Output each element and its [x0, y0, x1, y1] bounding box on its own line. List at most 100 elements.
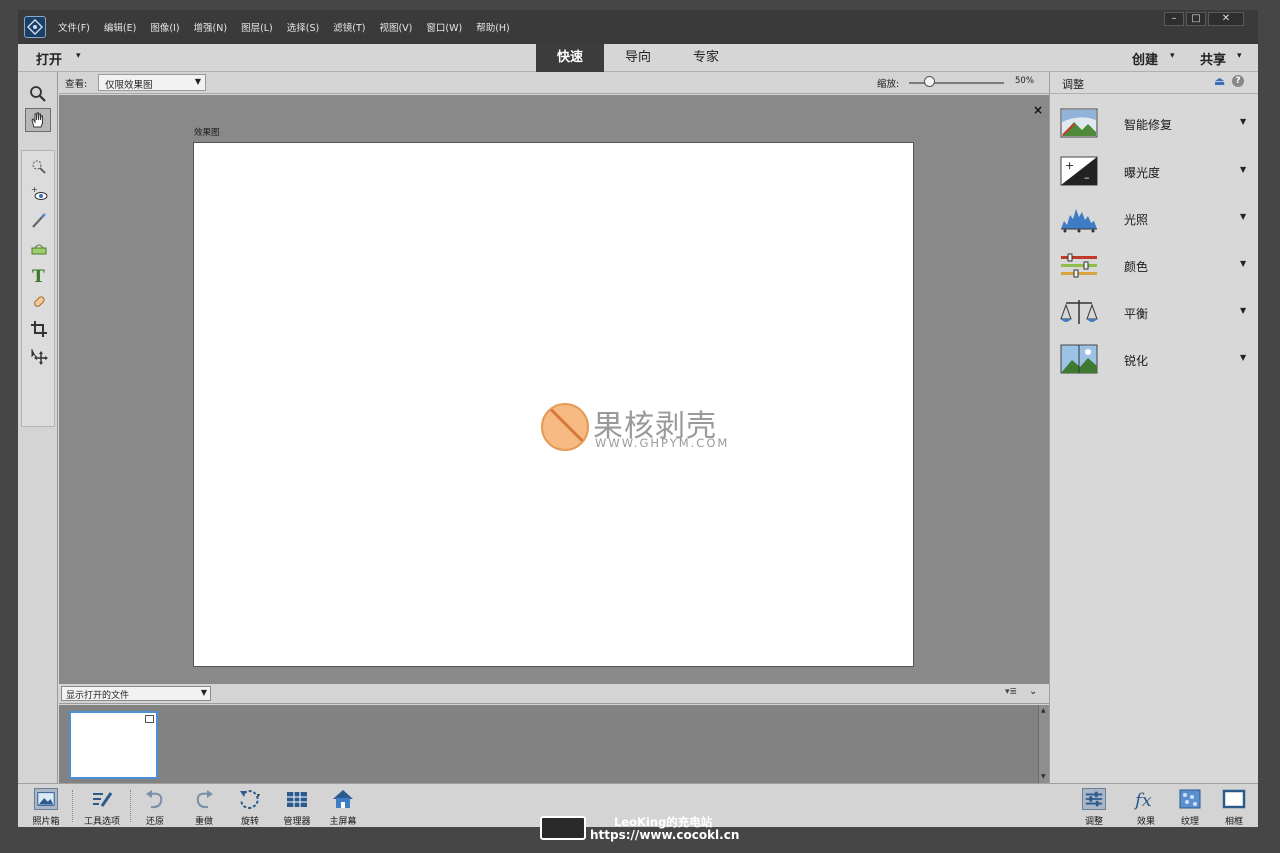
home-screen-icon: [333, 790, 353, 808]
move-tool-icon[interactable]: [26, 344, 52, 368]
adjustments-button[interactable]: 调整: [1070, 786, 1118, 827]
chevron-down-icon: ▼: [200, 688, 207, 697]
open-dropdown-icon[interactable]: ▾: [76, 51, 81, 61]
help-icon[interactable]: ?: [1232, 75, 1244, 87]
thumbnail-badge-icon: [145, 715, 154, 723]
open-button[interactable]: 打开: [36, 49, 62, 68]
tab-expert[interactable]: 专家: [672, 44, 740, 72]
adjust-label: 光照: [1124, 213, 1149, 227]
frames-button[interactable]: 相框: [1210, 786, 1258, 827]
scroll-up-icon[interactable]: ▲: [1041, 707, 1046, 714]
bin-source-value: 显示打开的文件: [66, 691, 130, 701]
document-canvas[interactable]: 果核剥壳 WWW.GHPYM.COM: [193, 142, 914, 667]
adjust-item-sharpen[interactable]: 锐化 ▼: [1050, 340, 1258, 380]
button-label: 纹理: [1180, 817, 1199, 827]
bin-scrollbar[interactable]: ▲ ▼: [1038, 705, 1049, 783]
reset-icon[interactable]: ⏏: [1214, 74, 1225, 88]
svg-text:T: T: [32, 267, 45, 284]
crop-tool-icon[interactable]: [26, 317, 52, 341]
effects-button[interactable]: fx 效果: [1122, 786, 1170, 827]
menu-image[interactable]: 图像(I): [150, 20, 179, 34]
view-select[interactable]: 仅限效果图 ▼: [98, 74, 206, 91]
button-label: 重做: [194, 817, 213, 827]
menu-filter[interactable]: 滤镜(T): [333, 20, 365, 34]
menu-help[interactable]: 帮助(H): [476, 20, 510, 34]
hand-tool-icon[interactable]: [25, 108, 51, 132]
svg-text:+: +: [31, 185, 38, 194]
undo-button[interactable]: 还原: [131, 786, 179, 827]
close-document-icon[interactable]: ×: [1033, 103, 1043, 117]
effects-icon: fx: [1134, 790, 1152, 810]
watermark: 果核剥壳 WWW.GHPYM.COM: [541, 403, 741, 453]
adjust-item-lighting[interactable]: 光照 ▼: [1050, 199, 1258, 239]
home-screen-button[interactable]: 主屏幕: [319, 786, 367, 827]
menu-select[interactable]: 选择(S): [287, 20, 319, 34]
svg-text:+: +: [1065, 159, 1074, 172]
button-label: 工具选项: [83, 817, 120, 827]
panel-title: 调整: [1062, 78, 1084, 91]
tab-guided[interactable]: 导向: [604, 44, 672, 72]
mode-bar: 打开 ▾ 快速 导向 专家 创建 ▾ 共享 ▾: [18, 44, 1258, 72]
chevron-down-icon: ▼: [1240, 212, 1247, 221]
zoom-label: 缩放:: [877, 79, 900, 90]
svg-text:▾: ▾: [257, 792, 260, 799]
maximize-button[interactable]: □: [1186, 12, 1206, 26]
divider: [72, 790, 73, 822]
adjust-label: 锐化: [1124, 354, 1149, 368]
bin-source-select[interactable]: 显示打开的文件 ▼: [61, 686, 211, 701]
text-tool-icon[interactable]: T: [26, 263, 52, 287]
photo-bin-button[interactable]: 照片箱: [22, 786, 70, 827]
adjust-item-balance[interactable]: 平衡 ▼: [1050, 293, 1258, 333]
menu-window[interactable]: 窗口(W): [426, 20, 462, 34]
frames-icon: [1222, 789, 1246, 809]
zoom-tool-icon[interactable]: [25, 82, 51, 106]
photo-bin-icon: [34, 788, 58, 810]
bin-menu-icon[interactable]: ▾≣: [1005, 687, 1017, 697]
create-button[interactable]: 创建: [1132, 49, 1158, 68]
menu-view[interactable]: 视图(V): [379, 20, 412, 34]
share-dropdown-icon[interactable]: ▾: [1237, 51, 1242, 61]
red-eye-tool-icon[interactable]: +: [26, 182, 52, 206]
redo-button[interactable]: 重做: [180, 786, 228, 827]
zoom-value: 50%: [1015, 76, 1034, 86]
overlay-line2: https://www.cocokl.cn: [590, 828, 740, 842]
app-window: 文件(F) 编辑(E) 图像(I) 增强(N) 图层(L) 选择(S) 滤镜(T…: [18, 10, 1258, 827]
organizer-icon: [287, 792, 307, 807]
rotate-button[interactable]: ▾ 旋转: [226, 786, 274, 827]
close-window-button[interactable]: ✕: [1208, 12, 1244, 26]
adjust-item-exposure[interactable]: + – 曝光度 ▼: [1050, 152, 1258, 192]
view-label: 查看:: [65, 79, 88, 90]
menu-bar: 文件(F) 编辑(E) 图像(I) 增强(N) 图层(L) 选择(S) 滤镜(T…: [18, 10, 1258, 44]
menu-edit[interactable]: 编辑(E): [104, 20, 136, 34]
whiten-teeth-tool-icon[interactable]: [26, 209, 52, 233]
minimize-button[interactable]: –: [1164, 12, 1184, 26]
spot-healing-tool-icon[interactable]: [26, 290, 52, 314]
zoom-slider-handle[interactable]: [924, 76, 935, 87]
tool-options-button[interactable]: 工具选项: [78, 786, 126, 827]
watermark-logo-icon: [541, 403, 589, 451]
share-button[interactable]: 共享: [1200, 49, 1226, 68]
quick-selection-tool-icon[interactable]: [26, 155, 52, 179]
create-dropdown-icon[interactable]: ▾: [1170, 51, 1175, 61]
adjust-label: 智能修复: [1124, 118, 1173, 132]
menu-enhance[interactable]: 增强(N): [194, 20, 228, 34]
tab-quick[interactable]: 快速: [536, 44, 604, 72]
bin-collapse-icon[interactable]: ⌄: [1029, 686, 1037, 697]
chevron-down-icon: ▼: [1240, 259, 1247, 268]
menu-file[interactable]: 文件(F): [58, 20, 90, 34]
photo-bin: ▲ ▼: [59, 705, 1049, 783]
scroll-down-icon[interactable]: ▼: [1041, 773, 1046, 780]
balance-icon: [1060, 300, 1098, 324]
tool-group: + T: [21, 150, 55, 427]
chevron-down-icon: ▼: [1240, 306, 1247, 315]
menu-layer[interactable]: 图层(L): [241, 20, 273, 34]
photo-thumbnail[interactable]: [69, 711, 158, 779]
svg-text:fx: fx: [1134, 790, 1152, 810]
adjustments-icon: [1082, 788, 1106, 810]
textures-button[interactable]: 纹理: [1166, 786, 1214, 827]
textures-icon: [1179, 789, 1201, 809]
adjust-item-smart-fix[interactable]: 智能修复 ▼: [1050, 104, 1258, 144]
organizer-button[interactable]: 管理器: [273, 786, 321, 827]
straighten-tool-icon[interactable]: [26, 236, 52, 260]
adjust-item-color[interactable]: 颜色 ▼: [1050, 246, 1258, 286]
